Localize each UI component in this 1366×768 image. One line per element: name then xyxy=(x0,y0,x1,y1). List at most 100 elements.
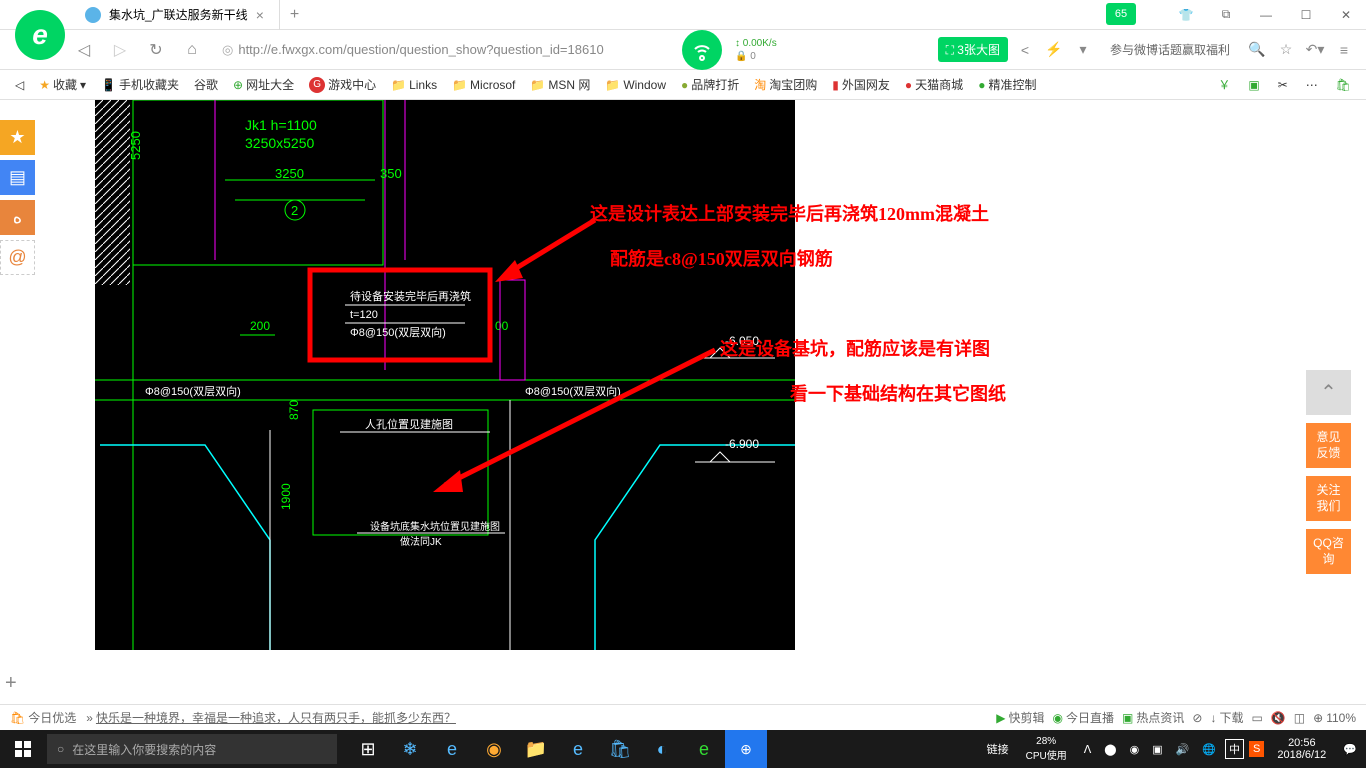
follow-button[interactable]: 关注我们 xyxy=(1306,476,1351,521)
tab-close-button[interactable]: × xyxy=(256,7,264,23)
bookmark-item[interactable]: ●品牌打折 xyxy=(676,76,744,93)
task-view-icon[interactable]: ⊞ xyxy=(347,730,389,768)
history-icon[interactable]: ↶▾ xyxy=(1303,38,1327,62)
start-button[interactable] xyxy=(0,730,45,768)
ime-icon[interactable]: 中 xyxy=(1225,739,1244,759)
cortana-icon: ○ xyxy=(57,742,64,756)
block-icon[interactable]: ⊘ xyxy=(1192,711,1202,725)
quick-edit[interactable]: ▶快剪辑 xyxy=(996,709,1044,726)
red-highlight-box xyxy=(310,270,490,360)
link-label[interactable]: 链接 xyxy=(983,741,1013,757)
flash-icon[interactable]: ⚡ xyxy=(1042,38,1066,62)
notification-icon[interactable]: 💬 xyxy=(1339,743,1361,756)
restore-button[interactable]: ⧉ xyxy=(1206,0,1246,30)
widget-weibo[interactable]: ه xyxy=(0,200,35,235)
mute-icon[interactable]: 🔇 xyxy=(1271,711,1286,725)
bookmark-item[interactable]: 📁Microsof xyxy=(447,78,520,92)
new-tab-button[interactable]: + xyxy=(280,6,309,24)
ie-icon[interactable]: e xyxy=(557,730,599,768)
add-widget-button[interactable]: + xyxy=(5,672,17,695)
windows-taskbar: ○ 在这里输入你要搜索的内容 ⊞ ❄ e ◉ 📁 e 🛍 ◐ e ⊕ 链接 28… xyxy=(0,730,1366,768)
hot-news[interactable]: ▣热点资讯 xyxy=(1122,709,1184,726)
back-button[interactable]: ◁ xyxy=(70,36,98,64)
bookmark-item[interactable]: ●天猫商城 xyxy=(900,76,968,93)
bookmark-item[interactable]: ●精准控制 xyxy=(973,76,1041,93)
close-window-button[interactable]: ✕ xyxy=(1326,0,1366,30)
browser-tab[interactable]: 集水坑_广联达服务新干线 × xyxy=(70,0,280,30)
bookmark-tool-icon[interactable]: 🛍 xyxy=(1331,76,1356,93)
search-icon[interactable]: 🔍 xyxy=(1245,38,1269,62)
360-browser-icon[interactable]: e xyxy=(683,730,725,768)
bookmark-item[interactable]: 淘淘宝团购 xyxy=(749,76,822,93)
cpu-meter[interactable]: 28% CPU使用 xyxy=(1018,736,1075,762)
tray-icon[interactable]: ⬤ xyxy=(1100,743,1120,756)
cad-dim-3250: 3250 xyxy=(275,166,304,181)
pip-icon[interactable]: ▭ xyxy=(1251,711,1262,725)
taskbar-search[interactable]: ○ 在这里输入你要搜索的内容 xyxy=(47,734,337,764)
home-button[interactable]: ⌂ xyxy=(178,36,206,64)
taskbar-clock[interactable]: 20:56 2018/6/12 xyxy=(1269,737,1334,761)
cad-rebar2: Φ8@150(双层双向) xyxy=(525,384,621,398)
tray-icon[interactable]: ▣ xyxy=(1148,743,1166,756)
today-picks[interactable]: 🛍今日优选 xyxy=(10,709,76,726)
red-arrow-1 xyxy=(505,220,595,275)
skin-button[interactable]: 👕 xyxy=(1166,0,1206,30)
wifi-icon[interactable] xyxy=(682,30,722,70)
volume-icon[interactable]: 🔊 xyxy=(1172,743,1194,756)
maximize-button[interactable]: ☐ xyxy=(1286,0,1326,30)
url-input[interactable]: ◎ http://e.fwxgx.com/question/question_s… xyxy=(214,36,674,64)
weibo-promo[interactable]: 参与微博话题赢取福利 xyxy=(1100,41,1240,58)
bookmark-item[interactable]: G游戏中心 xyxy=(304,76,381,93)
forward-button[interactable]: ▷ xyxy=(106,36,134,64)
bookmark-tool-icon[interactable]: ▣ xyxy=(1243,76,1264,93)
folder-icon[interactable]: 📁 xyxy=(515,730,557,768)
store-icon[interactable]: 🛍 xyxy=(599,730,641,768)
share-icon[interactable]: < xyxy=(1013,38,1037,62)
cad-elev2: -6.900 xyxy=(725,437,759,451)
browser-logo[interactable]: e xyxy=(15,10,65,60)
bookmark-item[interactable]: ▮外国网友 xyxy=(827,76,895,93)
cad-circle-2: 2 xyxy=(291,203,298,218)
menu-icon[interactable]: ≡ xyxy=(1332,38,1356,62)
widget-favorite[interactable]: ★ xyxy=(0,120,35,155)
qq-button[interactable]: QQ咨询 xyxy=(1306,529,1351,574)
bookmark-tool-icon[interactable]: ⋯ xyxy=(1301,76,1323,93)
bookmark-item[interactable]: 📁MSN 网 xyxy=(525,76,595,93)
reload-button[interactable]: ↻ xyxy=(142,36,170,64)
download-icon[interactable]: ↓ 下载 xyxy=(1210,709,1243,726)
tray-icon[interactable]: ◉ xyxy=(1126,743,1144,756)
app-icon[interactable]: ◐ xyxy=(641,730,683,768)
minimize-button[interactable]: — xyxy=(1246,0,1286,30)
bookmark-tool-icon[interactable]: ￥ xyxy=(1213,76,1235,93)
cad-box-line3: Φ8@150(双层双向) xyxy=(350,325,446,339)
app-icon[interactable]: ◉ xyxy=(473,730,515,768)
quote-ticker[interactable]: » 快乐是一种境界，幸福是一种追求，人只有两只手，能抓多少东西？ xyxy=(86,709,456,726)
bookmark-item[interactable]: 📱手机收藏夹 xyxy=(96,76,184,93)
bookmark-item[interactable]: 📁Links xyxy=(386,78,442,92)
widget-news[interactable]: ▤ xyxy=(0,160,35,195)
cad-label3: 做法同JK xyxy=(400,535,442,548)
dropdown-icon[interactable]: ▾ xyxy=(1071,38,1095,62)
bookmark-item[interactable]: ⊕网址大全 xyxy=(228,76,299,93)
sogou-icon[interactable]: S xyxy=(1249,741,1264,757)
scroll-top-button[interactable]: ⌃ xyxy=(1306,370,1351,415)
star-icon[interactable]: ☆ xyxy=(1274,38,1298,62)
tool-icon[interactable]: ◫ xyxy=(1294,711,1305,725)
bookmark-favorites[interactable]: ★收藏 ▾ xyxy=(34,76,91,93)
widget-at[interactable]: @ xyxy=(0,240,35,275)
edge-icon[interactable]: e xyxy=(431,730,473,768)
image-count-button[interactable]: ⛶ 3张大图 xyxy=(938,37,1008,62)
app-icon[interactable]: ❄ xyxy=(389,730,431,768)
score-badge[interactable]: 65 xyxy=(1106,3,1136,25)
tab-title: 集水坑_广联达服务新干线 xyxy=(109,6,248,23)
bookmark-item[interactable]: 谷歌 xyxy=(189,76,223,93)
tray-up-icon[interactable]: ᐱ xyxy=(1080,743,1096,756)
bookmark-nav-left[interactable]: ◁ xyxy=(10,78,29,92)
bookmark-item[interactable]: 📁Window xyxy=(600,78,671,92)
bookmark-tool-icon[interactable]: ✂ xyxy=(1273,76,1293,93)
live-today[interactable]: ◉今日直播 xyxy=(1053,709,1115,726)
network-icon[interactable]: 🌐 xyxy=(1198,743,1220,756)
app-icon[interactable]: ⊕ xyxy=(725,730,767,768)
zoom-level[interactable]: ⊕ 110% xyxy=(1313,711,1356,725)
feedback-button[interactable]: 意见反馈 xyxy=(1306,423,1351,468)
